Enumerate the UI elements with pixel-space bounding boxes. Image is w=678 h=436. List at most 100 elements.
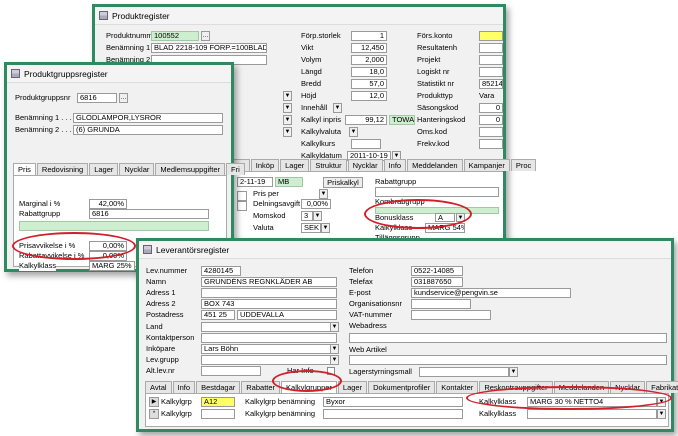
tab-kampanjer[interactable]: Kampanjer [463, 159, 510, 171]
dropdown-2[interactable]: ▼ [283, 103, 292, 113]
kalkylklass-dropdown-new[interactable]: ▼ [657, 409, 666, 419]
orgnr-field[interactable] [411, 299, 471, 309]
tab-inkop[interactable]: Inköp [250, 159, 280, 171]
sasongskod-field[interactable]: 0 [479, 103, 503, 113]
benamning1-field[interactable]: GLÖDLAMPOR,LYSRÖR [73, 113, 223, 123]
momskod-field[interactable]: 3 [301, 211, 313, 221]
row-selector-current[interactable]: ▶ [149, 397, 159, 407]
produktnummer-lookup-button[interactable]: … [201, 31, 210, 41]
telefon-field[interactable]: 0522-14085 [411, 266, 463, 276]
kalkyl-inpris-field[interactable]: 99,12 [345, 115, 387, 125]
tab-dokumentprofiler[interactable]: Dokumentprofiler [368, 381, 436, 393]
levnummer-field[interactable]: 4280145 [201, 266, 241, 276]
altlevnr-field[interactable] [201, 366, 261, 376]
tab-info[interactable]: Info [383, 159, 407, 171]
pris-per-dropdown[interactable]: ▼ [319, 189, 328, 199]
tab-avtal[interactable]: Avtal [145, 381, 172, 393]
leverantorsregister-titlebar[interactable]: Leverantörsregister [139, 241, 671, 259]
adress2-field[interactable]: BOX 743 [201, 299, 337, 309]
inkopare-dropdown[interactable]: ▼ [330, 344, 339, 354]
statistikt-nr-field[interactable]: 852147 [479, 79, 503, 89]
postnummer-field[interactable]: 451 25 [201, 310, 235, 320]
tab-struktur[interactable]: Struktur [310, 159, 347, 171]
priskalkyl-button[interactable]: Priskalkyl [323, 177, 363, 188]
bredd-field[interactable]: 57,0 [351, 79, 387, 89]
valuta-dropdown[interactable]: ▼ [321, 223, 330, 233]
tab-redovisning[interactable]: Redovisning [36, 163, 89, 175]
vikt-field[interactable]: 12,450 [351, 43, 387, 53]
lagerstyrningsmall-field[interactable] [419, 367, 509, 377]
produktgruppsnr-lookup-button[interactable]: … [119, 93, 128, 103]
tab-nycklar[interactable]: Nycklar [119, 163, 155, 175]
marginal-field[interactable]: 42,00% [89, 199, 127, 209]
adress1-field[interactable] [201, 288, 337, 298]
tab-medlemsuppgifter[interactable]: Medlemsuppgifter [155, 163, 226, 175]
delningsavgift-field[interactable]: 0,00% [301, 199, 331, 209]
resultatenh-field[interactable] [479, 43, 503, 53]
logiskt-nr-field[interactable] [479, 67, 503, 77]
kalkylklass-field[interactable]: MARG 25% [89, 261, 135, 271]
tab-proc[interactable]: Proc [510, 159, 537, 171]
kalkylgrp-field-new[interactable] [201, 409, 235, 419]
hanteringskod-field[interactable]: 0 [479, 115, 503, 125]
kalkylkurs-field[interactable] [351, 139, 381, 149]
postort-field[interactable]: UDDEVALLA [237, 310, 337, 320]
frekv-kod-field[interactable] [479, 139, 503, 149]
inkopare-field[interactable]: Lars Böhn [201, 344, 331, 354]
webartikel-field[interactable] [349, 355, 667, 365]
benamning2-field[interactable]: (6) GRUNDA [73, 125, 223, 135]
tab-meddelanden[interactable]: Meddelanden [407, 159, 463, 171]
row-selector-new[interactable]: * [149, 409, 159, 419]
tab-lager[interactable]: Lager [337, 381, 368, 393]
rabattgrupp-field[interactable]: 6816 [89, 209, 209, 219]
tab-bestdagar[interactable]: Bestdagar [196, 381, 241, 393]
fors-konto-field[interactable] [479, 31, 503, 41]
produktnummer-field[interactable]: 100552 [151, 31, 199, 41]
epost-field[interactable]: kundservice@pengvin.se [411, 288, 571, 298]
kontaktperson-field[interactable] [201, 333, 337, 343]
logiskt-nr-label: Logiskt nr [417, 67, 450, 76]
kalkylvaluta-dropdown[interactable]: ▼ [349, 127, 358, 137]
pris-field-a[interactable] [237, 191, 247, 201]
pris-date-field[interactable]: 2-11-19 [237, 177, 273, 187]
valuta-field[interactable]: SEK [301, 223, 321, 233]
oms-kod-field[interactable] [479, 127, 503, 137]
land-dropdown[interactable]: ▼ [330, 322, 339, 332]
innehall-dropdown[interactable]: ▼ [333, 103, 342, 113]
pris-field-b[interactable] [237, 201, 247, 211]
dropdown-4[interactable]: ▼ [283, 127, 292, 137]
tab-lager[interactable]: Lager [89, 163, 119, 175]
telefax-field[interactable]: 031887650 [411, 277, 463, 287]
lagerstyrningsmall-dropdown[interactable]: ▼ [509, 367, 518, 377]
levgrupp-field[interactable] [201, 355, 331, 365]
kalkylklass-field-new[interactable] [527, 409, 657, 419]
projekt-field[interactable] [479, 55, 503, 65]
produktgruppsregister-titlebar[interactable]: Produktgruppsregister [7, 65, 231, 83]
benamning1-field[interactable]: BLAD 2218-109 FÖRP.=100BLAD [151, 43, 267, 53]
dropdown-1[interactable]: ▼ [283, 91, 292, 101]
kalkylgrp-field[interactable]: A12 [201, 397, 235, 407]
produktregister-titlebar[interactable]: Produktregister [95, 7, 503, 25]
rabattgrupp-field[interactable] [375, 187, 499, 197]
dropdown-3[interactable]: ▼ [283, 115, 292, 125]
momskod-dropdown[interactable]: ▼ [313, 211, 322, 221]
tab-nycklar[interactable]: Nycklar [347, 159, 383, 171]
kalkylgrp-benamning-field[interactable]: Byxor [323, 397, 463, 407]
land-field[interactable] [201, 322, 331, 332]
hojd-field[interactable]: 12,0 [351, 91, 387, 101]
tab-info[interactable]: Info [172, 381, 196, 393]
produktgruppsnr-field[interactable]: 6816 [77, 93, 117, 103]
vikt-label: Vikt [301, 43, 314, 52]
levgrupp-dropdown[interactable]: ▼ [330, 355, 339, 365]
tab-kontakter[interactable]: Kontakter [436, 381, 479, 393]
forp-storlek-field[interactable]: 1 [351, 31, 387, 41]
vatnr-field[interactable] [411, 310, 491, 320]
namn-field[interactable]: GRUNDÉNS REGNKLÄDER AB [201, 277, 337, 287]
tab-lager[interactable]: Lager [280, 159, 310, 171]
langd-field[interactable]: 18,0 [351, 67, 387, 77]
tab-pris[interactable]: Pris [13, 163, 36, 175]
webadress-field[interactable] [349, 333, 667, 343]
volym-field[interactable]: 2,000 [351, 55, 387, 65]
tab-fri[interactable]: Fri [226, 163, 245, 175]
kalkylgrp-benamning-field-new[interactable] [323, 409, 463, 419]
